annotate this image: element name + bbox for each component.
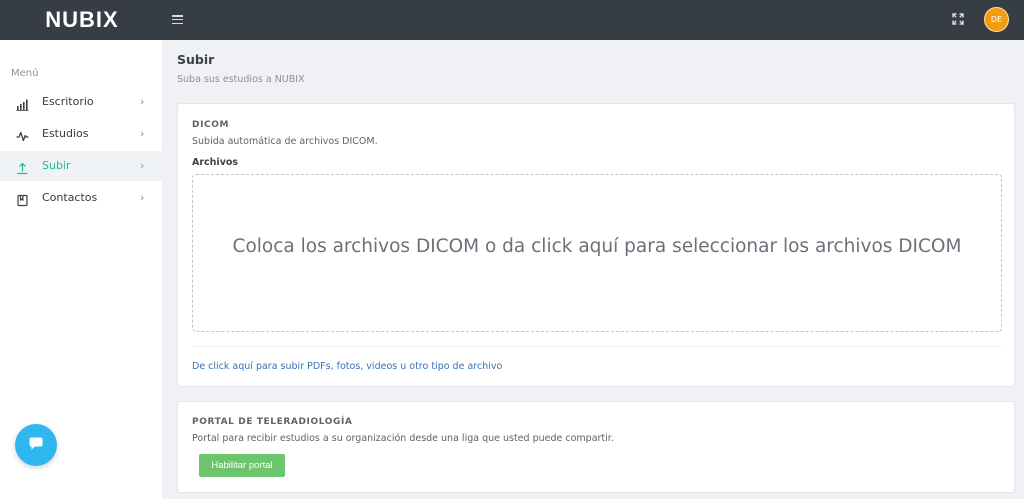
activity-icon xyxy=(16,128,29,142)
upload-other-files-link[interactable]: De click aquí para subir PDFs, fotos, vi… xyxy=(192,361,502,372)
chevron-right-icon: › xyxy=(140,191,145,204)
avatar-initials: DE xyxy=(990,15,1003,24)
chat-bubble-icon xyxy=(28,435,44,455)
sidebar-item-contactos[interactable]: Contactos › xyxy=(0,183,162,213)
contacts-book-icon xyxy=(16,192,29,207)
dicom-card: DICOM Subida automática de archivos DICO… xyxy=(177,103,1015,387)
files-field-label: Archivos xyxy=(192,157,239,168)
hamburger-menu-icon[interactable] xyxy=(172,12,188,28)
chevron-right-icon: › xyxy=(140,159,145,172)
portal-description: Portal para recibir estudios a su organi… xyxy=(192,433,614,444)
enable-portal-button[interactable]: Habilitar portal xyxy=(199,454,285,477)
user-avatar[interactable]: DE xyxy=(984,7,1009,32)
upload-icon xyxy=(16,160,29,175)
sidebar-item-subir[interactable]: Subir › xyxy=(0,151,162,181)
portal-section-title: PORTAL DE TELERADIOLOGÍA xyxy=(192,417,353,427)
sidebar-item-label: Contactos xyxy=(42,191,98,204)
fullscreen-icon[interactable] xyxy=(950,11,966,27)
sidebar-item-label: Estudios xyxy=(42,127,89,140)
chevron-right-icon: › xyxy=(140,127,145,140)
chat-button[interactable] xyxy=(15,424,57,466)
portal-card: PORTAL DE TELERADIOLOGÍA Portal para rec… xyxy=(177,401,1015,493)
dicom-dropzone[interactable]: Coloca los archivos DICOM o da click aqu… xyxy=(192,174,1002,332)
dicom-section-title: DICOM xyxy=(192,120,230,130)
enable-portal-button-label: Habilitar portal xyxy=(211,460,273,471)
sidebar: Menú Escritorio › Estudios › Subir › Con… xyxy=(0,40,162,499)
divider xyxy=(192,346,1002,347)
sidebar-item-estudios[interactable]: Estudios › xyxy=(0,119,162,149)
sidebar-item-label: Escritorio xyxy=(42,95,94,108)
dropzone-text: Coloca los archivos DICOM o da click aqu… xyxy=(232,235,962,257)
sidebar-menu-title: Menú xyxy=(11,68,39,79)
page-title: Subir xyxy=(177,52,215,67)
chevron-right-icon: › xyxy=(140,95,145,108)
page-subtitle: Suba sus estudios a NUBIX xyxy=(177,74,305,85)
sidebar-item-escritorio[interactable]: Escritorio › xyxy=(0,87,162,117)
top-bar: NUBIX DE xyxy=(0,0,1024,40)
brand-logo[interactable]: NUBIX xyxy=(0,0,162,40)
bar-chart-icon xyxy=(16,96,29,111)
brand-name: NUBIX xyxy=(45,7,119,32)
sidebar-item-label: Subir xyxy=(42,159,71,172)
dicom-description: Subida automática de archivos DICOM. xyxy=(192,136,378,147)
